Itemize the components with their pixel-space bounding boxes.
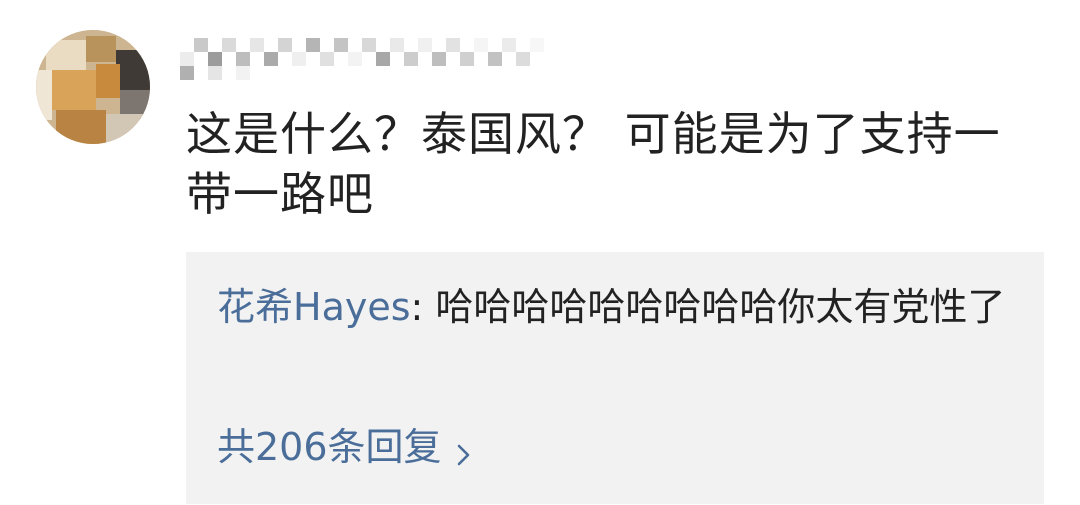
view-all-replies-link[interactable]: 共206条回复 [217,422,472,472]
reply-author[interactable]: 花希Hayes [217,285,411,329]
view-all-replies-label: 共206条回复 [217,425,442,469]
reply-text: 哈哈哈哈哈哈哈哈哈你太有党性了 [435,285,1006,329]
comment-text: 这是什么？泰国风？ 可能是为了支持一带一路吧 [186,107,1001,221]
username-blurred[interactable] [180,36,560,82]
avatar[interactable] [36,30,150,144]
comment-item: 这是什么？泰国风？ 可能是为了支持一带一路吧 花希Hayes: 哈哈哈哈哈哈哈哈… [0,0,1080,505]
reply-separator: : [410,285,436,329]
reply-item[interactable]: 花希Hayes: 哈哈哈哈哈哈哈哈哈你太有党性了 [217,282,1017,332]
chevron-right-icon [456,432,472,466]
reply-preview-box[interactable]: 花希Hayes: 哈哈哈哈哈哈哈哈哈你太有党性了 共206条回复 [186,252,1044,504]
